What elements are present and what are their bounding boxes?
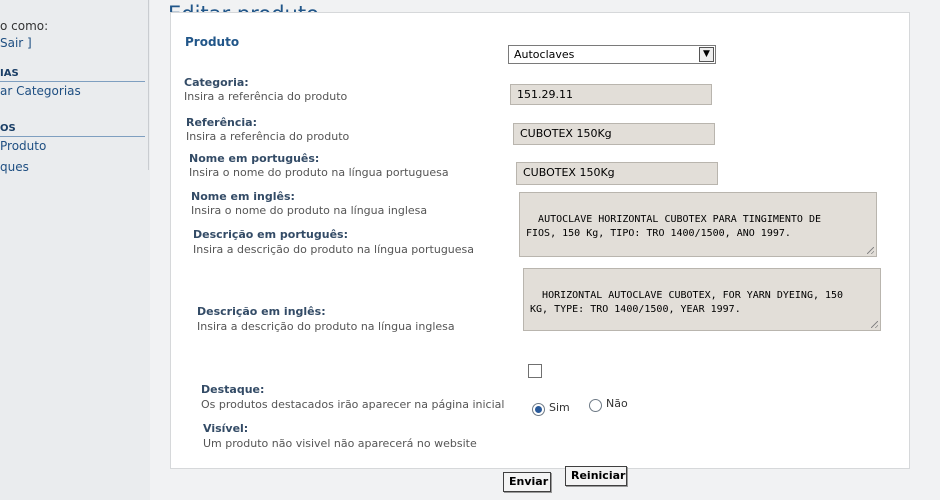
visible-no-radio[interactable] bbox=[589, 399, 602, 412]
featured-checkbox[interactable] bbox=[528, 364, 542, 378]
resize-grip-icon[interactable] bbox=[871, 321, 878, 328]
category-select[interactable]: Autoclaves ▼ bbox=[508, 45, 716, 64]
featured-label: Destaque: bbox=[201, 383, 265, 396]
visible-no-label[interactable]: Não bbox=[606, 397, 628, 410]
manage-categories-link[interactable]: ar Categorias bbox=[0, 84, 81, 98]
category-select-value: Autoclaves bbox=[514, 48, 575, 61]
desc-en-textarea[interactable]: HORIZONTAL AUTOCLAVE CUBOTEX, FOR YARN D… bbox=[523, 268, 881, 331]
name-en-label: Nome em inglês: bbox=[191, 190, 295, 203]
featured-hint: Os produtos destacados irão aparecer na … bbox=[201, 398, 505, 411]
login-status: o como: Sair ] bbox=[0, 18, 48, 52]
product-link[interactable]: Produto bbox=[0, 139, 46, 153]
submit-button[interactable]: Enviar bbox=[503, 472, 551, 492]
login-label: o como: bbox=[0, 19, 49, 33]
desc-pt-hint: Insira a descrição do produto na língua … bbox=[193, 243, 475, 256]
name-pt-hint: Insira o nome do produto na língua portu… bbox=[189, 166, 449, 179]
visible-yes-radio[interactable] bbox=[532, 403, 545, 416]
fieldset-legend: Produto bbox=[181, 35, 244, 49]
visible-yes-label[interactable]: Sim bbox=[549, 401, 570, 414]
reference-hint: Insira a referência do produto bbox=[186, 130, 350, 143]
reset-button[interactable]: Reiniciar bbox=[565, 466, 627, 486]
name-pt-label: Nome em português: bbox=[189, 152, 320, 165]
desc-en-text: HORIZONTAL AUTOCLAVE CUBOTEX, FOR YARN D… bbox=[530, 290, 844, 315]
sidebar: o como: Sair ] IAS ar Categorias OS Prod… bbox=[0, 0, 150, 500]
desc-en-label: Descrição em inglês: bbox=[197, 305, 326, 318]
sidebar-divider bbox=[148, 0, 149, 170]
name-en-input[interactable]: CUBOTEX 150Kg bbox=[516, 162, 718, 185]
desc-pt-text: AUTOCLAVE HORIZONTAL CUBOTEX PARA TINGIM… bbox=[526, 214, 822, 239]
name-en-hint: Insira o nome do produto na língua ingle… bbox=[191, 204, 428, 217]
visible-hint: Um produto não visivel não aparecerá no … bbox=[203, 437, 477, 450]
resize-grip-icon[interactable] bbox=[867, 247, 874, 254]
desc-en-hint: Insira a descrição do produto na língua … bbox=[197, 320, 455, 333]
section-title-products: OS bbox=[0, 123, 145, 137]
visible-label: Visível: bbox=[203, 422, 249, 435]
reference-label: Referência: bbox=[186, 116, 258, 129]
chevron-down-icon[interactable]: ▼ bbox=[699, 47, 714, 62]
name-pt-input[interactable]: CUBOTEX 150Kg bbox=[513, 123, 715, 145]
category-label: Categoria: bbox=[184, 76, 249, 89]
section-title-categories: IAS bbox=[0, 68, 145, 82]
category-hint: Insira a referência do produto bbox=[184, 90, 348, 103]
logout-link[interactable]: Sair ] bbox=[0, 36, 32, 50]
other-link[interactable]: ques bbox=[0, 160, 29, 174]
desc-pt-label: Descrição em português: bbox=[193, 228, 348, 241]
reference-input[interactable]: 151.29.11 bbox=[510, 84, 712, 105]
desc-pt-textarea[interactable]: AUTOCLAVE HORIZONTAL CUBOTEX PARA TINGIM… bbox=[519, 192, 877, 257]
